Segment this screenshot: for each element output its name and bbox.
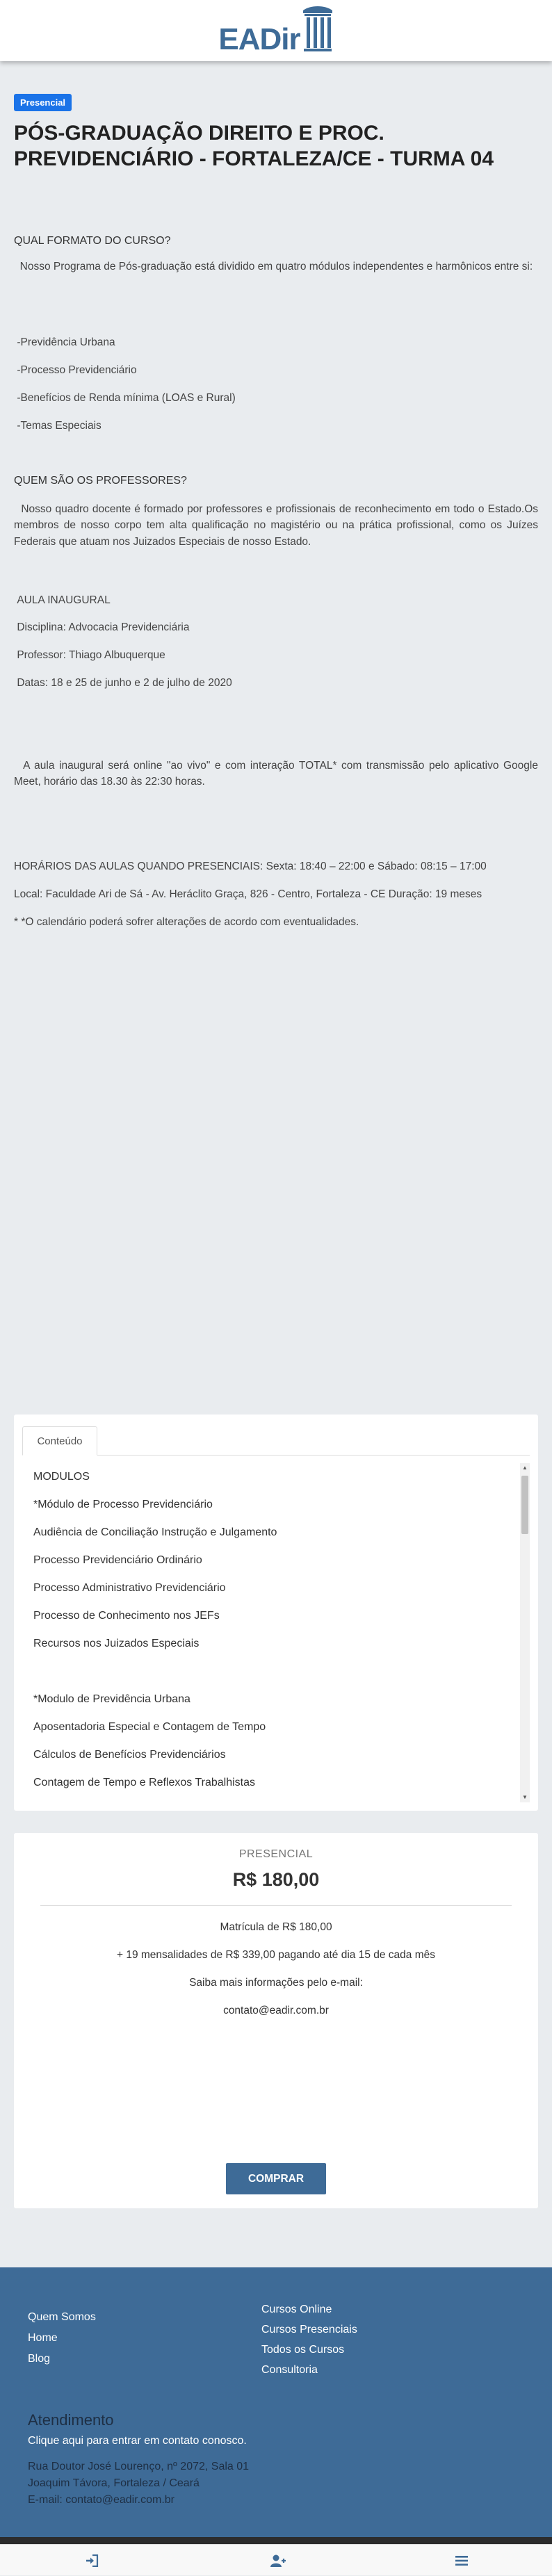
module-item: -Processo Previdenciário (17, 364, 137, 376)
installments-text: + 19 mensalidades de R$ 339,00 pagando a… (116, 1949, 436, 1961)
footer-link-quem-somos[interactable]: Quem Somos (28, 2311, 96, 2324)
address-line: Rua Doutor José Lourenço, nº 2072, Sala … (28, 2461, 250, 2472)
content-item: Aposentadoria Especial e Contagem de Tem… (33, 1721, 266, 1733)
tab-conteudo[interactable]: Conteúdo (22, 1426, 97, 1456)
content-item: Contagem de Tempo e Reflexos Trabalhista… (33, 1777, 255, 1788)
site-logo[interactable]: EADir (218, 6, 333, 55)
menu-icon[interactable] (441, 2545, 482, 2576)
sign-in-icon[interactable] (71, 2545, 113, 2576)
more-info-text: Saiba mais informações pelo e-mail: (189, 1977, 363, 1989)
footer-link-consultoria[interactable]: Consultoria (261, 2364, 318, 2377)
content-item: Processo Previdenciário Ordinário (33, 1554, 202, 1566)
footer-link-todos-cursos[interactable]: Todos os Cursos (261, 2344, 344, 2356)
contact-email[interactable]: contato@eadir.com.br (14, 2005, 538, 2017)
module-item: -Benefícios de Renda mínima (LOAS e Rura… (17, 392, 236, 404)
bottom-nav (0, 2544, 552, 2575)
teachers-question: QUEM SÃO OS PROFESSORES? (14, 475, 187, 487)
content-card: Conteúdo MODULOS *Módulo de Processo Prev… (14, 1415, 538, 1811)
footer-strip (0, 2537, 552, 2544)
module-item: -Temas Especiais (17, 420, 102, 432)
buy-button[interactable]: COMPRAR (226, 2163, 326, 2194)
support-title: Atendimento (28, 2411, 114, 2429)
location-text: Local: Faculdade Ari de Sá - Av. Herácli… (14, 888, 482, 900)
content-list: MODULOS *Módulo de Processo Previdenciári… (22, 1463, 530, 1797)
modality-badge: Presencial (14, 94, 72, 111)
footer-link-home[interactable]: Home (28, 2332, 58, 2345)
footer-link-cursos-presenciais[interactable]: Cursos Presenciais (261, 2324, 357, 2336)
inaugural-dates: Datas: 18 e 25 de junho e 2 de julho de … (17, 677, 232, 689)
format-answer: Nosso Programa de Pós-graduação está div… (19, 261, 533, 272)
course-header: Presencial PÓS-GRADUAÇÃO DIREITO E PROC.… (14, 94, 538, 172)
price-type: PRESENCIAL (238, 1848, 314, 1860)
module-item: -Previdência Urbana (17, 336, 115, 348)
scroll-up-icon[interactable]: ▲ (520, 1463, 530, 1473)
content-item (22, 1658, 530, 1686)
enrollment-text: Matrícula de R$ 180,00 (220, 1921, 332, 1933)
content-item: Audiência de Conciliação Instrução e Jul… (33, 1526, 277, 1538)
tab-divider (22, 1455, 530, 1456)
content-item: Cálculos de Benefícios Previdenciários (33, 1749, 226, 1761)
content-scrollbar[interactable]: ▲ ▼ (520, 1463, 530, 1802)
inaugural-title: AULA INAUGURAL (17, 594, 111, 606)
inaugural-discipline: Disciplina: Advocacia Previdenciária (17, 621, 190, 633)
price-divider (40, 1905, 512, 1906)
address-line: Joaquim Távora, Fortaleza / Ceará (28, 2477, 200, 2489)
site-footer: Quem Somos Home Blog Cursos Online Curso… (0, 2267, 552, 2537)
scroll-down-icon[interactable]: ▼ (520, 1793, 530, 1802)
address-email: E-mail: contato@eadir.com.br (28, 2494, 174, 2506)
inaugural-online: A aula inaugural será online "ao vivo" e… (14, 760, 538, 788)
format-question: QUAL FORMATO DO CURSO? (14, 235, 171, 247)
inaugural-teacher: Professor: Thiago Albuquerque (17, 649, 165, 661)
logo-text: EADir (218, 22, 300, 56)
content-item: Recursos nos Juizados Especiais (33, 1638, 200, 1649)
content-item: Processo Administrativo Previdenciário (33, 1582, 226, 1594)
price-value: R$ 180,00 (232, 1869, 320, 1890)
content-item: Processo de Conhecimento nos JEFs (33, 1610, 220, 1622)
schedule-text: HORÁRIOS DAS AULAS QUANDO PRESENCIAIS: S… (14, 861, 487, 872)
teachers-answer: Nosso quadro docente é formado por profe… (14, 503, 538, 548)
content-item: *Modulo de Previdência Urbana (33, 1693, 190, 1705)
price-card: PRESENCIAL R$ 180,00 Matrícula de R$ 180… (14, 1833, 538, 2208)
support-contact-link[interactable]: Clique aqui para entrar em contato conos… (28, 2435, 247, 2447)
course-title: PÓS-GRADUAÇÃO DIREITO E PROC. PREVIDENCI… (14, 122, 494, 170)
content-item: MODULOS (33, 1471, 90, 1483)
footer-link-blog[interactable]: Blog (28, 2353, 50, 2365)
content-panel[interactable]: MODULOS *Módulo de Processo Previdenciári… (22, 1463, 530, 1802)
footer-link-cursos-online[interactable]: Cursos Online (261, 2304, 332, 2316)
calendar-note: * *O calendário poderá sofrer alterações… (14, 916, 359, 928)
column-icon (302, 6, 332, 51)
add-user-icon[interactable] (257, 2545, 299, 2576)
scroll-thumb[interactable] (521, 1476, 528, 1534)
site-header: EADir (0, 0, 552, 61)
content-item: *Módulo de Processo Previdenciário (33, 1499, 213, 1510)
